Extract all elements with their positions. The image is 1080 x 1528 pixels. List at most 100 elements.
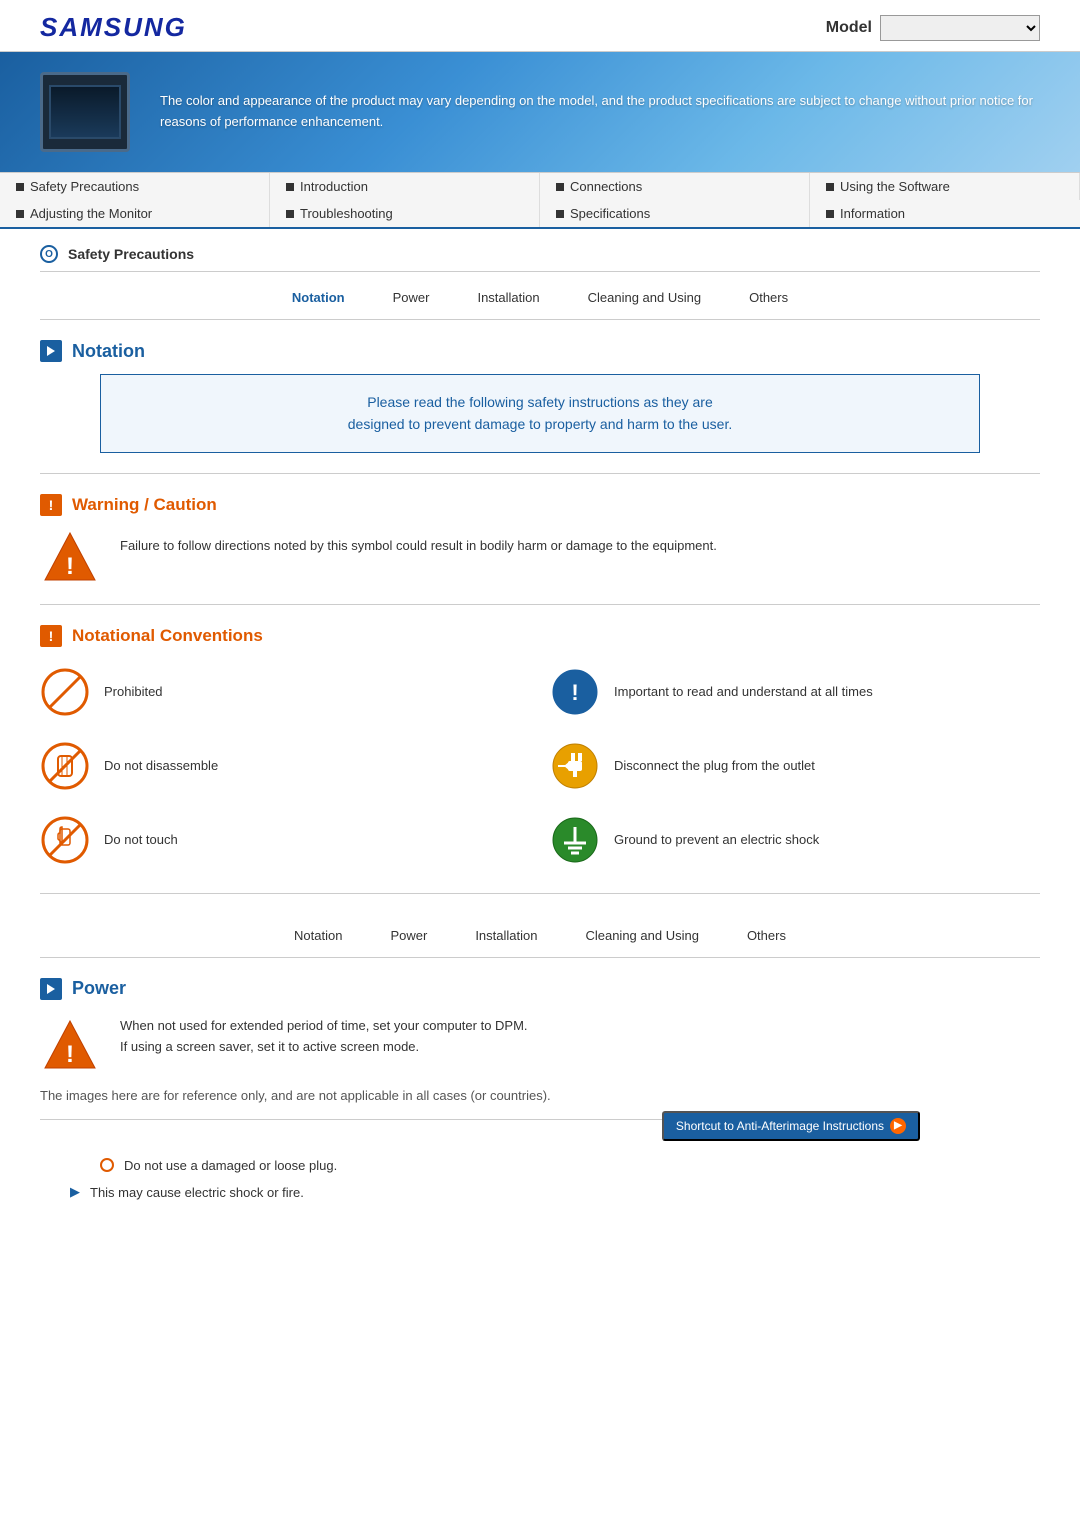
power-triangle-svg: ! [40,1016,100,1076]
nav-item-connections-label: Connections [570,179,642,194]
ground-icon [550,815,600,865]
play-icon [44,344,58,358]
bullet-main-text: Do not use a damaged or loose plug. [124,1156,337,1176]
sub-nav-2-notation[interactable]: Notation [290,926,346,945]
nav-bullet [286,210,294,218]
important-icon: ! [550,667,600,717]
sub-nav: Notation Power Installation Cleaning and… [40,272,1040,320]
disconnect-icon [550,741,600,791]
nav-item-specs[interactable]: Specifications [540,200,810,227]
disconnect-svg [550,741,600,791]
nav-menu: Safety Precautions Introduction Connecti… [0,172,1080,229]
conventions-icon: ! [40,625,62,647]
bullet-arrow-icon: ▶ [70,1184,80,1200]
samsung-logo: SAMSUNG [40,12,187,43]
breadcrumb-circle-icon: O [40,245,58,263]
notation-header: Notation [40,340,1040,362]
nav-item-adjusting-label: Adjusting the Monitor [30,206,152,221]
reference-text: The images here are for reference only, … [40,1088,1040,1103]
shortcut-button[interactable]: Shortcut to Anti-Afterimage Instructions… [662,1111,920,1141]
nav-item-software-label: Using the Software [840,179,950,194]
power-section: ! When not used for extended period of t… [40,1016,1040,1103]
conventions-header: ! Notational Conventions [40,625,1040,647]
ground-svg [550,815,600,865]
nav-item-intro[interactable]: Introduction [270,173,540,200]
nav-item-connections[interactable]: Connections [540,173,810,200]
power-warning-text: When not used for extended period of tim… [120,1016,528,1058]
warning-triangle-icon: ! [40,528,100,588]
sub-nav-others[interactable]: Others [745,288,792,307]
notice-text-line1: Please read the following safety instruc… [131,391,949,413]
nav-bullet [826,183,834,191]
nav-item-software[interactable]: Using the Software [810,173,1080,200]
header: SAMSUNG Model [0,0,1080,52]
sub-nav-2-installation[interactable]: Installation [471,926,541,945]
prohibited-icon [40,667,90,717]
disconnect-label: Disconnect the plug from the outlet [614,758,815,773]
triangle-warning-svg: ! [40,528,100,588]
banner-text: The color and appearance of the product … [160,91,1040,133]
sub-nav-2-power[interactable]: Power [386,926,431,945]
convention-important: ! Important to read and understand at al… [550,659,1040,725]
warning-icon: ! [40,494,62,516]
important-svg: ! [550,667,600,717]
shortcut-button-label: Shortcut to Anti-Afterimage Instructions [676,1119,884,1133]
power-title: Power [72,978,126,999]
notice-box: Please read the following safety instruc… [100,374,980,453]
nav-item-adjusting[interactable]: Adjusting the Monitor [0,200,270,227]
nav-item-info[interactable]: Information [810,200,1080,227]
important-label: Important to read and understand at all … [614,684,873,699]
notation-icon [40,340,62,362]
svg-text:!: ! [66,1041,74,1068]
nav-item-troubleshoot[interactable]: Troubleshooting [270,200,540,227]
bullet-sub-text: This may cause electric shock or fire. [90,1183,304,1203]
sub-nav-cleaning[interactable]: Cleaning and Using [584,288,705,307]
no-disassemble-svg [40,741,90,791]
warning-header: ! Warning / Caution [40,494,1040,516]
divider-2 [40,604,1040,605]
svg-text:!: ! [571,680,578,705]
model-select[interactable] [880,15,1040,41]
sub-nav-installation[interactable]: Installation [473,288,543,307]
nav-bullet [556,210,564,218]
model-label: Model [826,19,872,37]
monitor-image [40,72,130,152]
nav-item-intro-label: Introduction [300,179,368,194]
power-warning-content: ! When not used for extended period of t… [40,1016,1040,1076]
svg-text:!: ! [66,553,74,580]
nav-bullet [826,210,834,218]
bullet-item-sub: ▶ This may cause electric shock or fire. [70,1183,980,1203]
nav-bullet [556,183,564,191]
warning-title: Warning / Caution [72,495,217,515]
nav-item-info-label: Information [840,206,905,221]
banner: The color and appearance of the product … [0,52,1080,172]
convention-ground: Ground to prevent an electric shock [550,807,1040,873]
model-container: Model [826,15,1040,41]
prohibited-label: Prohibited [104,684,163,699]
sub-nav-2-others[interactable]: Others [743,926,790,945]
sub-nav-power[interactable]: Power [389,288,434,307]
nav-item-safety[interactable]: Safety Precautions [0,173,270,200]
no-touch-svg [40,815,90,865]
no-disassemble-label: Do not disassemble [104,758,218,773]
nav-item-troubleshoot-label: Troubleshooting [300,206,393,221]
no-disassemble-icon [40,741,90,791]
sub-nav-2: Notation Power Installation Cleaning and… [40,910,1040,958]
power-warning-line1: When not used for extended period of tim… [120,1016,528,1037]
power-warning-line2: If using a screen saver, set it to activ… [120,1037,528,1058]
power-warning-icon: ! [40,1016,100,1076]
shortcut-circle-icon: ▶ [890,1118,906,1134]
convention-prohibited: Prohibited [40,659,530,725]
warning-description: Failure to follow directions noted by th… [120,528,717,557]
conventions-title: Notational Conventions [72,626,263,646]
sub-nav-notation[interactable]: Notation [288,288,349,307]
notice-text-line2: designed to prevent damage to property a… [131,413,949,435]
sub-nav-2-cleaning[interactable]: Cleaning and Using [581,926,702,945]
nav-bullet [16,183,24,191]
power-section-icon [40,978,62,1000]
power-header: Power [40,978,1040,1000]
prohibited-svg [40,667,90,717]
convention-disconnect: Disconnect the plug from the outlet [550,733,1040,799]
divider-4 [40,1119,662,1120]
play-icon-2 [44,982,58,996]
